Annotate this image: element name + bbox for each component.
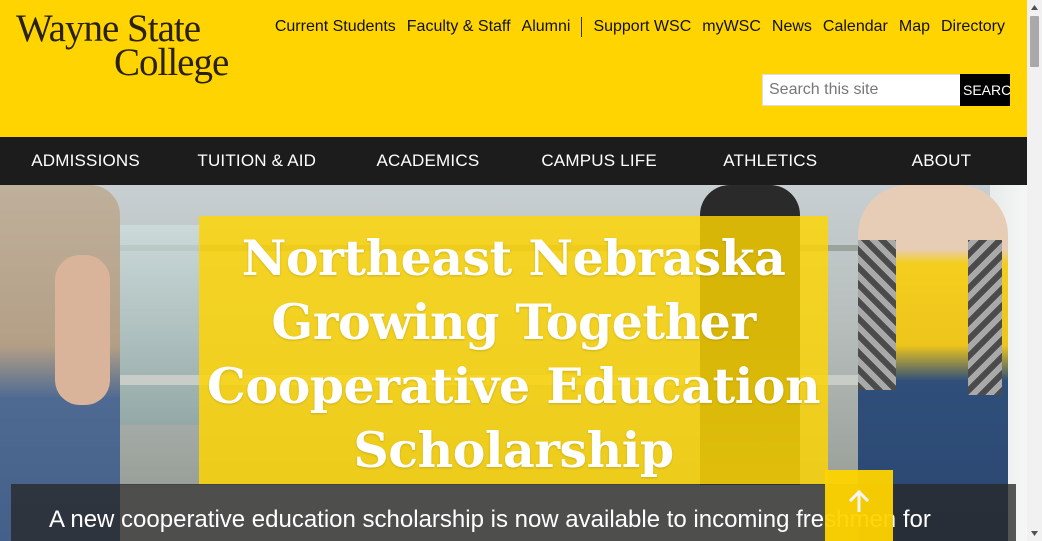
arrow-up-icon: [849, 490, 869, 512]
utility-link-directory[interactable]: Directory: [941, 18, 1005, 36]
hero-photo-arm: [55, 255, 110, 405]
page-viewport: Wayne State College Current Students Fac…: [0, 0, 1027, 541]
search-input[interactable]: [762, 74, 960, 106]
utility-link-faculty-staff[interactable]: Faculty & Staff: [407, 18, 511, 36]
main-nav-admissions[interactable]: ADMISSIONS: [0, 137, 171, 185]
utility-link-calendar[interactable]: Calendar: [823, 18, 888, 36]
hero-title-panel: Northeast Nebraska Growing Together Coop…: [199, 216, 828, 484]
main-nav: ADMISSIONS TUITION & AID ACADEMICS CAMPU…: [0, 137, 1027, 185]
site-header: Wayne State College Current Students Fac…: [0, 0, 1027, 137]
utility-link-alumni[interactable]: Alumni: [522, 18, 571, 36]
scrollbar-thumb[interactable]: [1030, 16, 1039, 67]
scroll-up-arrow-icon[interactable]: [1027, 0, 1042, 15]
main-nav-athletics[interactable]: ATHLETICS: [685, 137, 856, 185]
logo-line-2: College: [114, 40, 229, 84]
hero-caption: A new cooperative education scholarship …: [49, 506, 931, 533]
utility-link-current-students[interactable]: Current Students: [275, 18, 396, 36]
utility-link-support-wsc[interactable]: Support WSC: [593, 18, 691, 36]
utility-link-news[interactable]: News: [772, 18, 812, 36]
site-search: SEARCH: [762, 74, 1010, 106]
utility-nav: Current Students Faculty & Staff Alumni …: [275, 17, 1005, 37]
main-nav-academics[interactable]: ACADEMICS: [342, 137, 513, 185]
back-to-top-button[interactable]: [825, 470, 893, 541]
main-nav-about[interactable]: ABOUT: [856, 137, 1027, 185]
hero-photo-glass: [120, 225, 200, 425]
site-logo[interactable]: Wayne State College: [16, 9, 229, 84]
scroll-down-arrow-icon[interactable]: [1027, 526, 1042, 541]
hero-photo-plaid-right: [968, 240, 1002, 395]
search-button[interactable]: SEARCH: [960, 74, 1010, 106]
utility-divider: [581, 17, 583, 37]
main-nav-tuition-aid[interactable]: TUITION & AID: [171, 137, 342, 185]
utility-link-map[interactable]: Map: [899, 18, 930, 36]
utility-link-mywsc[interactable]: myWSC: [702, 18, 761, 36]
page-scrollbar[interactable]: [1027, 0, 1042, 541]
main-nav-campus-life[interactable]: CAMPUS LIFE: [514, 137, 685, 185]
hero-title[interactable]: Northeast Nebraska Growing Together Coop…: [199, 226, 828, 482]
hero-photo-plaid-left: [858, 240, 896, 390]
